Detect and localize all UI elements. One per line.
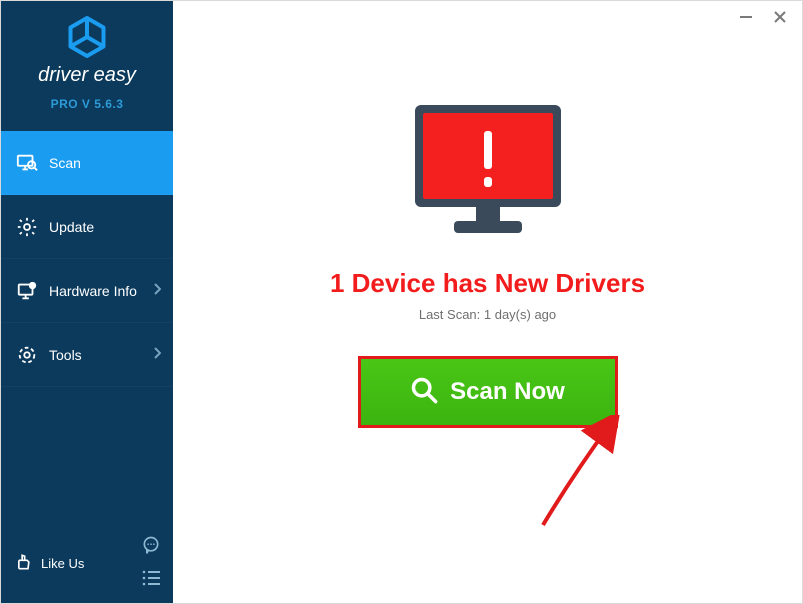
alert-monitor-icon bbox=[409, 101, 567, 246]
sidebar-nav: Scan Update bbox=[1, 131, 173, 387]
sidebar: driver easy PRO V 5.6.3 Scan bbox=[1, 1, 173, 603]
app-version: PRO V 5.6.3 bbox=[1, 97, 173, 111]
sidebar-item-hardware-info[interactable]: i Hardware Info bbox=[1, 259, 173, 323]
sidebar-item-label: Update bbox=[49, 219, 161, 235]
like-us-label: Like Us bbox=[41, 556, 84, 571]
app-window: driver easy PRO V 5.6.3 Scan bbox=[0, 0, 803, 604]
chevron-right-icon bbox=[153, 347, 161, 362]
content-center: 1 Device has New Drivers Last Scan: 1 da… bbox=[173, 101, 802, 428]
logo-area: driver easy PRO V 5.6.3 bbox=[1, 1, 173, 121]
scan-now-button[interactable]: Scan Now bbox=[358, 356, 618, 428]
sidebar-item-tools[interactable]: Tools bbox=[1, 323, 173, 387]
scan-now-label: Scan Now bbox=[450, 378, 565, 406]
footer-icon-group bbox=[141, 535, 161, 591]
close-button[interactable] bbox=[770, 7, 790, 27]
menu-icon[interactable] bbox=[141, 570, 161, 591]
chevron-right-icon bbox=[153, 283, 161, 298]
sidebar-item-label: Hardware Info bbox=[49, 283, 153, 299]
scan-monitor-icon bbox=[13, 152, 41, 174]
window-controls bbox=[724, 1, 802, 33]
thumbs-up-icon bbox=[13, 552, 33, 575]
last-scan-text: Last Scan: 1 day(s) ago bbox=[419, 307, 556, 322]
gear-icon bbox=[13, 216, 41, 238]
tools-icon bbox=[13, 344, 41, 366]
like-us-button[interactable]: Like Us bbox=[13, 552, 84, 575]
hardware-icon: i bbox=[13, 280, 41, 302]
search-icon bbox=[410, 376, 438, 409]
status-headline: 1 Device has New Drivers bbox=[330, 268, 645, 299]
annotation-arrow-icon bbox=[533, 415, 643, 535]
sidebar-item-scan[interactable]: Scan bbox=[1, 131, 173, 195]
sidebar-item-update[interactable]: Update bbox=[1, 195, 173, 259]
sidebar-item-label: Scan bbox=[49, 155, 161, 171]
svg-text:driver easy: driver easy bbox=[38, 64, 137, 86]
minimize-button[interactable] bbox=[736, 7, 756, 27]
feedback-icon[interactable] bbox=[141, 535, 161, 560]
app-logo-icon: driver easy bbox=[27, 15, 147, 93]
sidebar-footer: Like Us bbox=[1, 525, 173, 603]
sidebar-item-label: Tools bbox=[49, 347, 153, 363]
main-panel: 1 Device has New Drivers Last Scan: 1 da… bbox=[173, 1, 802, 603]
